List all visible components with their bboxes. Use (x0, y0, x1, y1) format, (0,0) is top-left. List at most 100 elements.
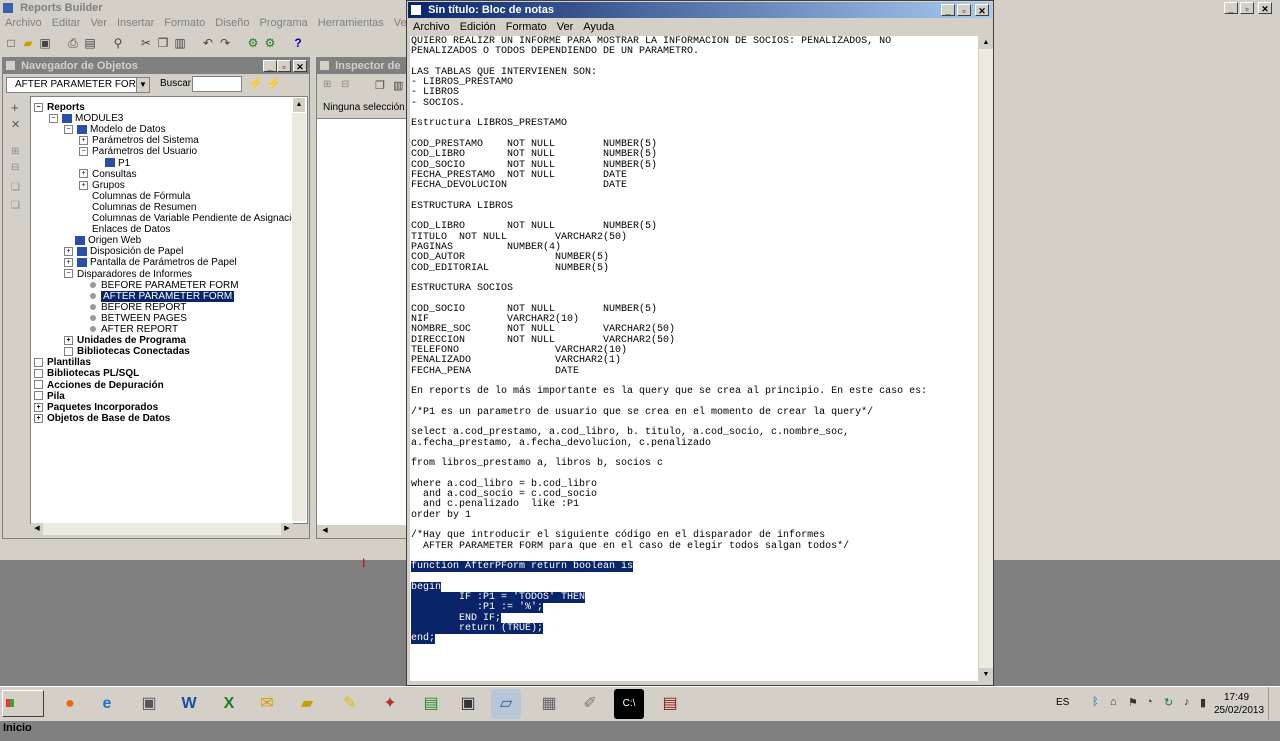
floppy-save-icon[interactable]: ▣ (453, 689, 483, 719)
expand-all-icon[interactable]: ⊞ (11, 146, 19, 157)
command-prompt-icon[interactable]: C:\ (614, 689, 644, 719)
close-button[interactable]: ✕ (1258, 2, 1272, 14)
copy-properties-icon[interactable]: ❐ (375, 79, 385, 92)
tree-horizontal-scrollbar[interactable]: ◀ ▶ (31, 523, 293, 535)
delete-icon[interactable]: ❏ (11, 200, 20, 211)
object-dropdown[interactable]: AFTER PARAMETER FORM ▼ (6, 77, 150, 93)
create-icon[interactable]: ❏ (11, 182, 20, 193)
navigator-minimize-button[interactable]: _ (263, 60, 277, 72)
wifi-icon[interactable]: ◔ (1146, 696, 1153, 708)
notepad-text-area[interactable]: QUIERO REALIZR UN INFORME PARA MOSTRAR L… (410, 36, 978, 681)
notepad-menu-item[interactable]: Ver (552, 21, 579, 33)
notepad-menu-item[interactable]: Edición (455, 21, 501, 33)
notepad-minimize-button[interactable]: _ (941, 4, 955, 16)
copy-icon[interactable]: ❐ (155, 35, 171, 51)
collapse-node-icon[interactable]: − (64, 269, 73, 279)
print-icon[interactable]: ⎙ (65, 35, 81, 51)
word-icon[interactable]: W (174, 689, 204, 719)
notepad-menu-item[interactable]: Ayuda (578, 21, 619, 33)
open-folder-icon[interactable]: ▰ (20, 35, 36, 51)
notepad-task-icon[interactable]: ▱ (491, 689, 521, 719)
run-icon[interactable]: ⚙ (262, 35, 278, 51)
undo-icon[interactable]: ↶ (200, 35, 216, 51)
paste-icon[interactable]: ▥ (172, 35, 188, 51)
new-icon[interactable]: □ (3, 35, 19, 51)
reports-builder-menu-item[interactable]: Herramientas (313, 17, 389, 29)
battery-icon[interactable]: ▮ (1200, 696, 1206, 709)
expand-node-icon[interactable]: + (34, 402, 43, 412)
language-indicator[interactable]: ES (1056, 697, 1069, 708)
notepad-scroll-up-arrow[interactable]: ▲ (979, 36, 993, 49)
clock-time[interactable]: 17:49 (1224, 692, 1249, 703)
internet-explorer-icon[interactable]: e (92, 689, 122, 719)
tree-vertical-scrollbar[interactable]: ▲ (292, 97, 306, 521)
maximize-button[interactable]: ▫ (1240, 2, 1254, 14)
connect-icon[interactable]: ⚲ (110, 35, 126, 51)
collapse-node-icon[interactable]: − (79, 147, 88, 157)
find-previous-icon[interactable]: ⚡ (266, 76, 281, 90)
notepad-menu-item[interactable]: Archivo (408, 21, 455, 33)
scroll-up-arrow[interactable]: ▲ (292, 97, 306, 113)
property-inspector-title-bar[interactable]: Inspector de Pr (317, 58, 409, 88)
highlighter-icon[interactable]: ✎ (335, 689, 365, 719)
start-button[interactable]: Inicio (2, 690, 44, 734)
find-next-icon[interactable]: ⚡ (248, 76, 263, 90)
collapse-icon[interactable]: ✕ (11, 118, 20, 131)
reports-builder-menu-item[interactable]: Editar (47, 17, 86, 29)
chevron-down-icon[interactable]: ▼ (136, 78, 149, 92)
collapse-node-icon[interactable]: − (64, 125, 73, 135)
inspector-scroll-left-arrow[interactable]: ◀ (319, 525, 331, 537)
notepad-vertical-scrollbar[interactable]: ▲ ▼ (979, 36, 993, 681)
reports-builder-menu-item[interactable]: Insertar (112, 17, 159, 29)
expand-node-icon[interactable]: + (79, 169, 88, 179)
reports-builder-menu-item[interactable]: Programa (254, 17, 312, 29)
bluetooth-icon[interactable]: ᛒ (1092, 696, 1099, 708)
paint-icon[interactable]: ✦ (375, 689, 405, 719)
expand-node-icon[interactable]: + (64, 247, 73, 257)
notepad-menu-item[interactable]: Formato (501, 21, 552, 33)
reports-builder-menu-item[interactable]: Archivo (0, 17, 47, 29)
show-desktop-button[interactable] (1268, 687, 1280, 720)
excel-icon[interactable]: X (214, 689, 244, 719)
notepad-scroll-down-arrow[interactable]: ▼ (979, 668, 993, 681)
clock-date[interactable]: 25/02/2013 (1214, 705, 1264, 716)
collapse-node-icon[interactable]: − (34, 102, 43, 112)
expand-node-icon[interactable]: + (79, 136, 88, 146)
paste-properties-icon[interactable]: ▥ (393, 79, 403, 92)
chart-app-icon[interactable]: ▤ (416, 689, 446, 719)
reports-builder-menu-item[interactable]: Ver (85, 17, 112, 29)
scroll-right-arrow[interactable]: ▶ (281, 523, 293, 535)
tree-node[interactable]: + Objetos de Base de Datos (34, 413, 170, 425)
scroll-left-arrow[interactable]: ◀ (31, 523, 43, 535)
collapse-all-icon[interactable]: ⊟ (11, 162, 19, 173)
notepad-maximize-button[interactable]: ▫ (957, 4, 971, 16)
calculator-icon[interactable]: ▦ (534, 689, 564, 719)
minimize-button[interactable]: _ (1224, 2, 1238, 14)
volume-icon[interactable]: ♪ (1184, 696, 1190, 708)
help-icon[interactable]: ? (290, 35, 306, 51)
firefox-icon[interactable]: ● (55, 689, 85, 719)
compile-icon[interactable]: ⚙ (245, 35, 261, 51)
update-icon[interactable]: ↻ (1164, 696, 1173, 709)
search-input[interactable] (192, 76, 242, 92)
file-explorer-icon[interactable]: ▰ (292, 689, 322, 719)
reports-builder-menu-item[interactable]: Diseño (210, 17, 254, 29)
expand-node-icon[interactable]: + (34, 413, 43, 423)
redo-icon[interactable]: ↷ (217, 35, 233, 51)
add-property-icon[interactable]: ⊞ (323, 79, 331, 90)
remove-property-icon[interactable]: ⊟ (341, 79, 349, 90)
reports-builder-task-icon[interactable]: ▤ (655, 689, 685, 719)
expand-icon[interactable]: + (11, 100, 19, 115)
cut-icon[interactable]: ✂ (138, 35, 154, 51)
reports-builder-menu-item[interactable]: Formato (159, 17, 210, 29)
notepad-title-bar[interactable]: Sin título: Bloc de notas (408, 2, 992, 18)
save-icon[interactable]: ▣ (37, 35, 53, 51)
outlook-icon[interactable]: ✉ (252, 689, 282, 719)
navigator-maximize-button[interactable]: ▫ (277, 60, 291, 72)
tools-icon[interactable]: ✐ (575, 689, 605, 719)
collapse-node-icon[interactable]: − (49, 113, 58, 123)
network-icon[interactable]: ⌂ (1110, 696, 1117, 708)
expand-node-icon[interactable]: + (64, 335, 73, 345)
flag-icon[interactable]: ⚑ (1128, 696, 1138, 709)
print-preview-icon[interactable]: ▤ (82, 35, 98, 51)
